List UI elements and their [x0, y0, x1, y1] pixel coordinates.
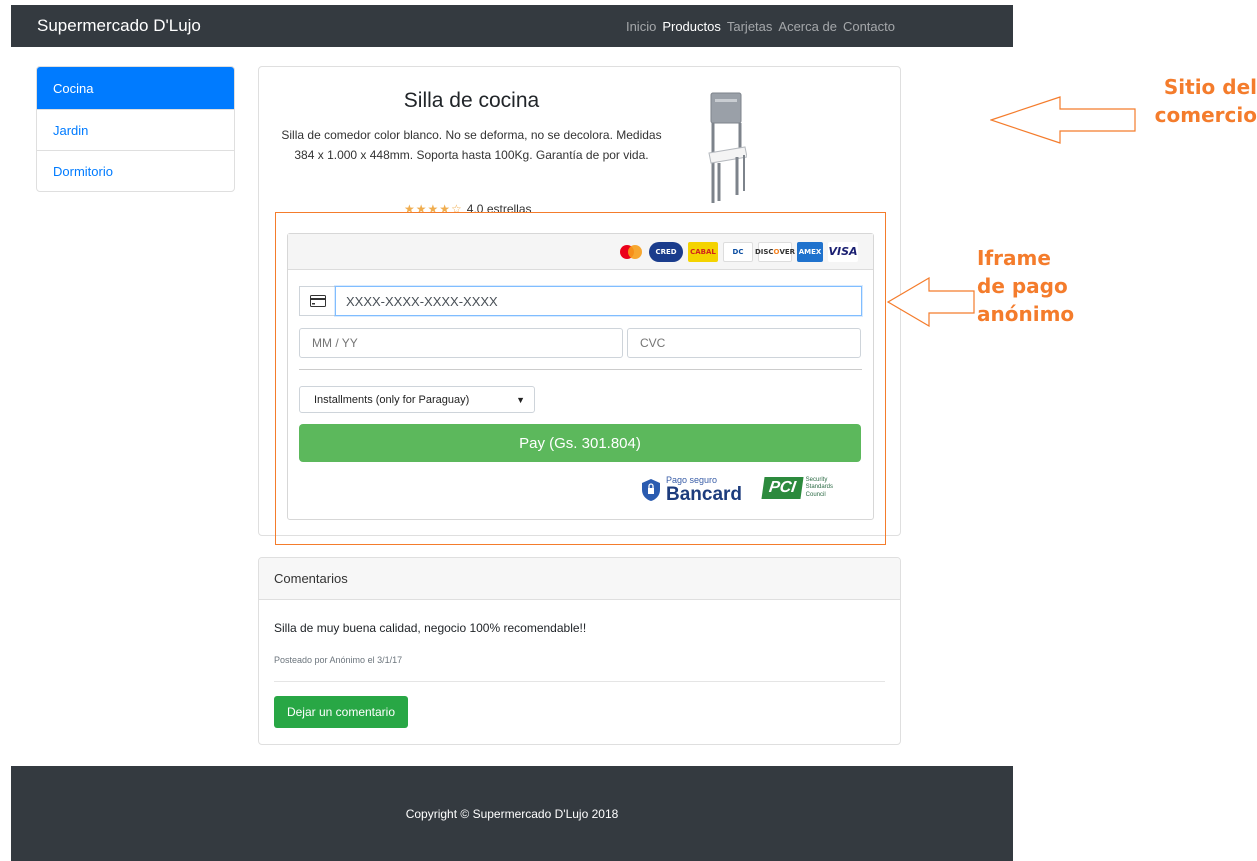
product-title: Silla de cocina: [403, 89, 540, 112]
annotation-site-line1: Sitio del: [1163, 75, 1257, 99]
comment-meta: Posteado por Anónimo el 3/1/17: [274, 655, 403, 665]
comments-header: Comentarios: [259, 558, 900, 600]
sidebar-item-jardin[interactable]: Jardin: [37, 109, 234, 150]
comments-card: Comentarios Silla de muy buena calidad, …: [258, 557, 901, 745]
arrow-left-icon: [887, 277, 975, 327]
sidebar-item-dormitorio[interactable]: Dormitorio: [37, 150, 234, 191]
annotation-iframe-line1: Iframe: [977, 246, 1051, 270]
annotation-site-line2: comercio: [1154, 103, 1257, 127]
iframe-highlight-box: [275, 212, 886, 545]
nav-link-acerca-de[interactable]: Acerca de: [778, 19, 837, 34]
footer: Copyright © Supermercado D'Lujo 2018: [11, 766, 1013, 861]
annotation-iframe-line2: de pago: [977, 274, 1068, 298]
annotation-iframe: Iframe de pago anónimo: [977, 244, 1074, 328]
brand-logo-text[interactable]: Supermercado D'Lujo: [37, 16, 201, 36]
nav-link-inicio[interactable]: Inicio: [626, 19, 656, 34]
sidebar-item-cocina[interactable]: Cocina: [37, 67, 234, 109]
leave-comment-button[interactable]: Dejar un comentario: [274, 696, 408, 728]
arrow-left-icon: [990, 96, 1136, 144]
nav-link-contacto[interactable]: Contacto: [843, 19, 895, 34]
nav-link-productos[interactable]: Productos: [662, 19, 721, 34]
nav-links: Inicio Productos Tarjetas Acerca de Cont…: [626, 19, 895, 34]
divider: [274, 681, 885, 682]
annotation-site: Sitio del comercio: [1133, 73, 1257, 129]
category-sidebar: Cocina Jardin Dormitorio: [36, 66, 235, 192]
chair-product-image: [708, 92, 747, 203]
navbar: Supermercado D'Lujo Inicio Productos Tar…: [11, 5, 1013, 47]
nav-link-tarjetas[interactable]: Tarjetas: [727, 19, 773, 34]
product-description: Silla de comedor color blanco. No se def…: [281, 128, 662, 162]
annotation-iframe-line3: anónimo: [977, 302, 1075, 326]
footer-copyright: Copyright © Supermercado D'Lujo 2018: [405, 806, 619, 821]
comment-text: Silla de muy buena calidad, negocio 100%…: [274, 621, 587, 635]
